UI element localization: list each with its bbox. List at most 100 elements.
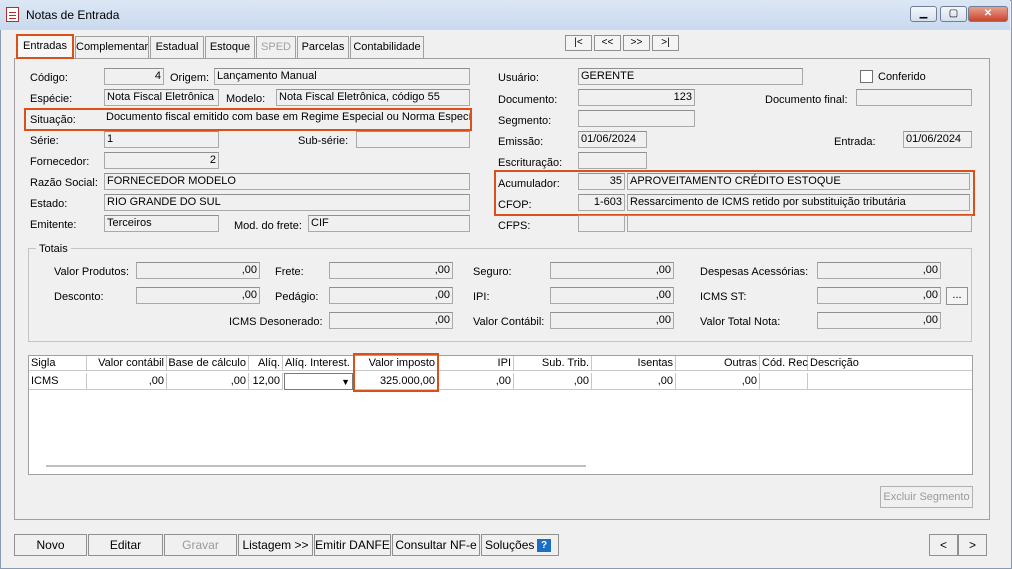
grid-header-aliq-interest[interactable]: Alíq. Interest. xyxy=(283,356,355,371)
segmento-field[interactable] xyxy=(578,110,695,127)
acumulador-code-field[interactable]: 35 xyxy=(578,173,625,190)
entrada-label: Entrada: xyxy=(834,136,876,148)
grid-cell-outras[interactable]: ,00 xyxy=(676,373,760,390)
cfop-label: CFOP: xyxy=(498,199,532,211)
tab-estoque[interactable]: Estoque xyxy=(205,36,255,58)
conferido-checkbox[interactable] xyxy=(860,70,873,83)
grid-header-ipi[interactable]: IPI xyxy=(438,356,514,371)
valor-produtos-field[interactable]: ,00 xyxy=(136,262,260,279)
ipi-label: IPI: xyxy=(473,291,490,303)
help-icon: ? xyxy=(537,539,551,552)
grid-header-sub-trib[interactable]: Sub. Trib. xyxy=(514,356,592,371)
grid-header-cod-rec[interactable]: Cód. Rec. xyxy=(760,356,811,371)
nav-first-button[interactable]: |< xyxy=(565,35,592,51)
grid-cell-aliq[interactable]: 12,00 xyxy=(249,373,283,390)
situacao-field[interactable]: Documento fiscal emitido com base em Reg… xyxy=(104,110,470,127)
acumulador-description-field[interactable]: APROVEITAMENTO CRÉDITO ESTOQUE xyxy=(627,173,970,190)
icms-desonerado-field[interactable]: ,00 xyxy=(329,312,453,329)
nav-prev-button[interactable]: << xyxy=(594,35,621,51)
maximize-button[interactable]: ▢ xyxy=(940,6,967,22)
grid-cell-aliq-interest-dropdown[interactable]: ▼ xyxy=(284,373,353,390)
serie-label: Série: xyxy=(30,135,59,147)
listagem-button[interactable]: Listagem >> xyxy=(238,534,313,556)
subserie-field[interactable] xyxy=(356,131,470,148)
grid-cell-cod-rec[interactable] xyxy=(760,373,808,390)
record-prev-button[interactable]: < xyxy=(929,534,958,556)
cfop-code-field[interactable]: 1-603 xyxy=(578,194,625,211)
grid-header-valor-contabil[interactable]: Valor contábil xyxy=(87,356,167,371)
icms-st-field[interactable]: ,00 xyxy=(817,287,941,304)
novo-button[interactable]: Novo xyxy=(14,534,87,556)
usuario-label: Usuário: xyxy=(498,72,539,84)
frete-field[interactable]: ,00 xyxy=(329,262,453,279)
documento-final-field[interactable] xyxy=(856,89,972,106)
ipi-field[interactable]: ,00 xyxy=(550,287,674,304)
grid-cell-valor-contabil[interactable]: ,00 xyxy=(87,373,167,390)
nav-last-button[interactable]: >| xyxy=(652,35,679,51)
grid-header-outras[interactable]: Outras xyxy=(676,356,760,371)
pedagio-field[interactable]: ,00 xyxy=(329,287,453,304)
close-button[interactable]: ✕ xyxy=(968,6,1008,22)
grid-cell-base-calculo[interactable]: ,00 xyxy=(167,373,249,390)
cfop-description-field[interactable]: Ressarcimento de ICMS retido por substit… xyxy=(627,194,970,211)
tab-contabilidade[interactable]: Contabilidade xyxy=(350,36,424,58)
valor-total-field[interactable]: ,00 xyxy=(817,312,941,329)
tab-estadual[interactable]: Estadual xyxy=(150,36,204,58)
excluir-segmento-button[interactable]: Excluir Segmento xyxy=(880,486,973,508)
modelo-field[interactable]: Nota Fiscal Eletrônica, código 55 xyxy=(276,89,470,106)
cfps-code-field[interactable] xyxy=(578,215,625,232)
tab-complementar[interactable]: Complementar xyxy=(75,36,149,58)
tab-parcelas[interactable]: Parcelas xyxy=(297,36,349,58)
grid-cell-descricao[interactable] xyxy=(808,373,972,390)
seguro-field[interactable]: ,00 xyxy=(550,262,674,279)
despesas-label: Despesas Acessórias: xyxy=(700,266,809,278)
emitente-field[interactable]: Terceiros xyxy=(104,215,219,232)
cfps-description-field[interactable] xyxy=(627,215,972,232)
icms-st-ellipsis-button[interactable]: ... xyxy=(946,287,968,305)
codigo-field[interactable]: 4 xyxy=(104,68,164,85)
grid-header-descricao[interactable]: Descrição xyxy=(808,356,972,371)
grid-cell-sub-trib[interactable]: ,00 xyxy=(514,373,592,390)
valor-imposto-highlight xyxy=(353,353,439,392)
estado-field[interactable]: RIO GRANDE DO SUL xyxy=(104,194,470,211)
valor-contabil-field[interactable]: ,00 xyxy=(550,312,674,329)
pedagio-label: Pedágio: xyxy=(275,291,319,303)
fornecedor-field[interactable]: 2 xyxy=(104,152,219,169)
emissao-field[interactable]: 01/06/2024 xyxy=(578,131,647,148)
minimize-button[interactable]: ▁ xyxy=(910,6,937,22)
desconto-field[interactable]: ,00 xyxy=(136,287,260,304)
grid-cell-isentas[interactable]: ,00 xyxy=(592,373,676,390)
origem-field[interactable]: Lançamento Manual xyxy=(214,68,470,85)
solucoes-label: Soluções xyxy=(485,538,535,552)
editar-button[interactable]: Editar xyxy=(88,534,163,556)
record-next-button[interactable]: > xyxy=(958,534,987,556)
situacao-label: Situação: xyxy=(30,114,76,126)
emitir-danfe-button[interactable]: Emitir DANFE xyxy=(314,534,391,556)
serie-field[interactable]: 1 xyxy=(104,131,219,148)
documento-field[interactable]: 123 xyxy=(578,89,695,106)
desconto-label: Desconto: xyxy=(54,291,104,303)
razao-social-field[interactable]: FORNECEDOR MODELO xyxy=(104,173,470,190)
entrada-field[interactable]: 01/06/2024 xyxy=(903,131,972,148)
grid-header-aliq[interactable]: Alíq. xyxy=(249,356,283,371)
acumulador-label: Acumulador: xyxy=(498,178,560,190)
despesas-field[interactable]: ,00 xyxy=(817,262,941,279)
nav-next-button[interactable]: >> xyxy=(623,35,650,51)
consultar-nfe-button[interactable]: Consultar NF-e xyxy=(392,534,480,556)
especie-field[interactable]: Nota Fiscal Eletrônica xyxy=(104,89,219,106)
valor-total-label: Valor Total Nota: xyxy=(700,316,781,328)
grid-cell-sigla[interactable]: ICMS xyxy=(29,373,87,390)
grid-header-sigla[interactable]: Sigla xyxy=(29,356,87,371)
grid-header-base-calculo[interactable]: Base de cálculo xyxy=(167,356,249,371)
grid-header-isentas[interactable]: Isentas xyxy=(592,356,676,371)
grid-horizontal-scrollbar[interactable] xyxy=(46,465,586,467)
subserie-label: Sub-série: xyxy=(298,135,349,147)
tab-entradas[interactable]: Entradas xyxy=(16,34,74,59)
escrituracao-field[interactable] xyxy=(578,152,647,169)
usuario-field[interactable]: GERENTE xyxy=(578,68,803,85)
solucoes-button[interactable]: Soluções ? xyxy=(481,534,559,556)
grid-cell-ipi[interactable]: ,00 xyxy=(438,373,514,390)
mod-frete-field[interactable]: CIF xyxy=(308,215,470,232)
totais-title: Totais xyxy=(36,242,71,256)
estado-label: Estado: xyxy=(30,198,68,210)
